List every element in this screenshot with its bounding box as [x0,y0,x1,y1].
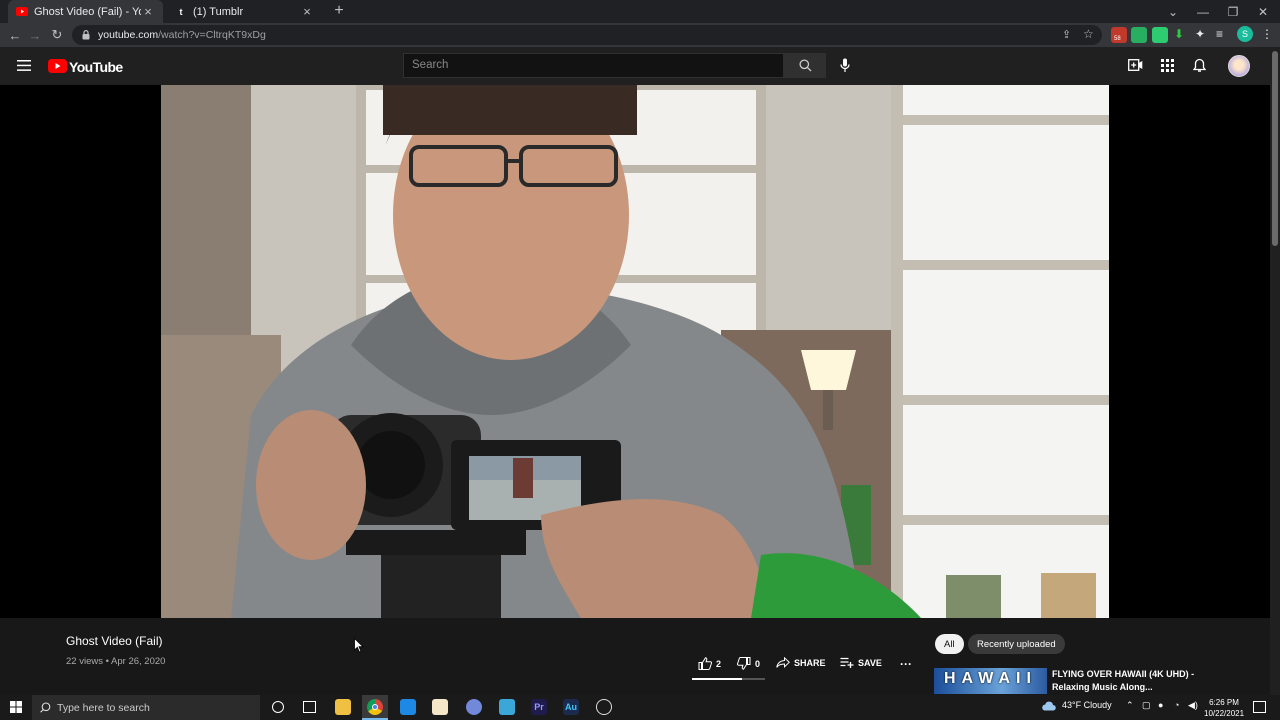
tab-youtube[interactable]: Ghost Video (Fail) - YouTube × [8,0,163,23]
like-button[interactable]: 2 [698,657,721,670]
recommended-video-title[interactable]: FLYING OVER HAWAII (4K UHD) - Relaxing M… [1052,668,1202,694]
url-path: /watch?v=CltrqKT9xDg [158,29,266,41]
taskbar-search-placeholder: Type here to search [57,701,150,714]
share-icon [776,657,790,668]
extension-puzzle-green-icon[interactable] [1152,27,1168,43]
forward-icon[interactable]: → [24,23,46,47]
store-icon[interactable] [499,699,515,715]
taskbar-search-icon [40,702,51,713]
apps-grid-icon[interactable] [1161,59,1174,72]
recommended-video-thumbnail[interactable]: HAWAII [934,668,1047,694]
new-tab-button[interactable]: + [330,2,348,20]
tray-app-icon[interactable]: ▢ [1142,700,1151,711]
search-input[interactable]: Search [403,53,784,78]
youtube-header: YouTube Search [0,47,1270,85]
tab-title: (1) Tumblr [193,5,244,18]
close-window-icon[interactable]: ✕ [1248,0,1278,23]
search-button[interactable] [784,53,826,78]
cortana-icon[interactable] [272,701,284,713]
minimize-icon[interactable]: — [1188,0,1218,23]
weather-text[interactable]: 43°F Cloudy [1062,700,1112,710]
like-count: 2 [716,658,722,669]
youtube-logo-text[interactable]: YouTube [69,59,123,75]
close-tab-icon[interactable]: × [141,4,155,19]
thumbs-down-icon [737,657,751,670]
vlc-or-app-icon[interactable] [400,699,416,715]
tab-tumblr[interactable]: t (1) Tumblr × [167,0,322,23]
obs-icon[interactable] [596,699,612,715]
hamburger-menu-icon[interactable] [17,60,31,71]
clock-date: 10/22/2021 [1204,709,1245,718]
save-playlist-icon [840,657,854,668]
browser-toolbar: ← → ↻ youtube.com/watch?v=CltrqKT9xDg ⇪ … [0,23,1280,47]
dislike-count: 0 [755,658,761,669]
save-label: SAVE [858,657,882,668]
notifications-bell-icon[interactable] [1193,58,1206,73]
like-ratio-fill [692,678,742,680]
scrollbar-thumb[interactable] [1272,51,1278,246]
voice-search-icon[interactable] [840,58,850,73]
media-player-icon[interactable] [432,699,448,715]
tray-expand-icon[interactable]: ⌃ [1126,700,1134,711]
premiere-pro-icon[interactable]: Pr [531,699,547,715]
browser-tab-strip: Ghost Video (Fail) - YouTube × t (1) Tum… [0,0,1280,23]
profile-avatar[interactable]: S [1237,26,1253,42]
notification-center-icon[interactable] [1253,701,1266,713]
file-explorer-icon[interactable] [335,699,351,715]
video-title: Ghost Video (Fail) [66,634,163,648]
tab-title: Ghost Video (Fail) - YouTube [34,5,141,18]
tumblr-favicon-icon: t [179,6,183,17]
save-button[interactable]: SAVE [840,657,882,668]
url-host: youtube.com [98,29,159,41]
share-button[interactable]: SHARE [776,657,826,668]
video-frame[interactable] [161,85,1109,618]
address-bar[interactable]: youtube.com/watch?v=CltrqKT9xDg [72,25,1102,45]
thumbs-up-icon [698,657,712,670]
restore-icon[interactable]: ❐ [1218,0,1248,23]
page-scrollbar[interactable] [1270,47,1280,695]
dislike-button[interactable]: 0 [737,657,760,670]
discord-icon[interactable] [466,699,482,715]
windows-taskbar: Type here to search Pr Au 43°F Cloudy ⌃ … [0,695,1280,720]
back-icon[interactable]: ← [4,23,26,47]
chip-recently-uploaded[interactable]: Recently uploaded [968,634,1065,654]
clock-time: 6:26 PM [1209,698,1239,707]
youtube-logo-icon[interactable] [48,59,67,73]
mouse-cursor-icon [354,638,364,653]
close-tab-icon[interactable]: × [300,4,314,19]
weather-cloud-icon [1041,701,1056,711]
share-label: SHARE [794,657,826,668]
extension-badge: 58 [1114,36,1121,42]
video-meta: 22 views • Apr 26, 2020 [66,656,166,667]
reload-icon[interactable]: ↻ [46,23,68,47]
windows-start-icon[interactable] [10,701,22,713]
microphone-icon[interactable]: ● [1158,700,1163,710]
youtube-favicon-icon [16,6,28,18]
more-actions-button[interactable]: ··· [900,657,912,671]
extension-green-icon[interactable] [1131,27,1147,43]
video-scene-image [161,85,1109,618]
browser-menu-icon[interactable]: ⋮ [1261,27,1273,41]
thumbnail-text: HAWAII [944,670,1037,687]
network-icon[interactable]: ◔ [1174,700,1179,710]
chip-all[interactable]: All [935,634,964,654]
create-video-icon[interactable] [1128,59,1143,71]
download-icon[interactable]: ⬇ [1174,27,1184,41]
extensions-puzzle-icon[interactable]: ✦ [1195,27,1205,41]
clock[interactable]: 6:26 PM 10/22/2021 [1204,697,1244,719]
search-icon [798,59,811,72]
reading-list-icon[interactable]: ≡ [1216,27,1223,41]
like-ratio-bar [692,678,765,680]
chrome-icon-center [372,704,378,710]
volume-icon[interactable]: ◀) [1188,700,1198,711]
install-app-icon[interactable]: ⇪ [1062,28,1071,41]
lock-icon [82,30,90,40]
task-view-icon[interactable] [303,701,316,713]
audition-icon[interactable]: Au [563,699,579,715]
taskbar-search-input[interactable]: Type here to search [32,695,260,720]
tab-search-icon[interactable]: ⌄ [1158,0,1188,23]
bookmark-star-icon[interactable]: ☆ [1083,27,1094,41]
user-avatar[interactable] [1228,55,1250,77]
